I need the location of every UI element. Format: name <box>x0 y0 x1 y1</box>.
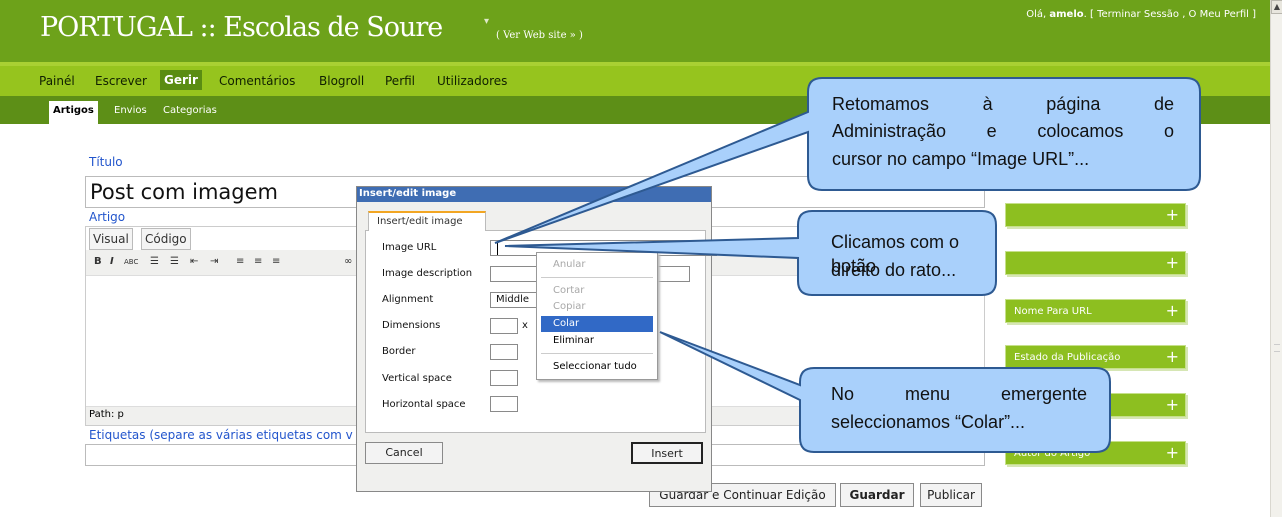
link-icon[interactable]: ∞ <box>344 256 352 267</box>
expand-icon[interactable]: + <box>1166 395 1179 414</box>
insert-button[interactable]: Insert <box>631 442 703 464</box>
view-site-link[interactable]: ( Ver Web site » ) <box>496 30 583 41</box>
chevron-down-icon[interactable]: ▾ <box>484 16 489 27</box>
numbered-list-icon[interactable]: ☰ <box>170 256 179 267</box>
user-area: Olá, amelo. [ Terminar Sessão , O Meu Pe… <box>1026 9 1256 20</box>
subnav-item-envios[interactable]: Envios <box>114 105 147 116</box>
scroll-grip-icon[interactable] <box>1274 344 1280 352</box>
save-button[interactable]: Guardar <box>840 483 914 507</box>
callout-2-line-2: direito do rato... <box>831 260 957 280</box>
sidebar-box-label: Nome Para URL <box>1014 306 1092 317</box>
sidebar-box-url-name[interactable]: Nome Para URL + <box>1005 299 1186 323</box>
callout-1-line-3: cursor no campo “Image URL”... <box>832 149 1090 169</box>
sidebar-box-label: Autor do Artigo <box>1014 448 1091 459</box>
nav-item-blogroll[interactable]: Blogroll <box>319 74 364 88</box>
menu-item-delete[interactable]: Eliminar <box>541 333 653 349</box>
dimensions-separator: x <box>522 320 528 331</box>
dialog-tab[interactable]: Insert/edit image <box>368 211 486 231</box>
vertical-space-input[interactable] <box>490 370 518 386</box>
menu-separator <box>541 277 653 278</box>
dimensions-label: Dimensions <box>382 320 441 331</box>
menu-item-select-all[interactable]: Seleccionar tudo <box>541 359 653 375</box>
align-center-icon[interactable]: ≡ <box>254 256 262 267</box>
nav-item-comentarios[interactable]: Comentários <box>219 74 295 88</box>
title-label: Título <box>89 155 123 169</box>
image-url-label: Image URL <box>382 242 437 253</box>
site-title[interactable]: PORTUGAL :: Escolas de Soure <box>40 12 443 43</box>
vertical-space-label: Vertical space <box>382 373 452 384</box>
strikethrough-icon[interactable]: ABC <box>124 258 138 266</box>
expand-icon[interactable]: + <box>1166 443 1179 462</box>
bullet-list-icon[interactable]: ☰ <box>150 256 159 267</box>
cancel-button[interactable]: Cancel <box>365 442 443 464</box>
menu-separator <box>541 353 653 354</box>
expand-icon[interactable]: + <box>1166 253 1179 272</box>
nav-item-utilizadores[interactable]: Utilizadores <box>437 74 507 88</box>
expand-icon[interactable]: + <box>1166 347 1179 366</box>
text-cursor <box>497 243 498 255</box>
context-menu: Anular Cortar Copiar Colar Eliminar Sele… <box>536 252 658 380</box>
callout-3-line-1: No menu emergente <box>831 384 1087 404</box>
dialog-titlebar[interactable]: Insert/edit image <box>357 187 711 202</box>
site-header: PORTUGAL :: Escolas de Soure ▾ ( Ver Web… <box>0 0 1270 62</box>
alignment-label: Alignment <box>382 294 434 305</box>
horizontal-space-label: Horizontal space <box>382 399 466 410</box>
nav-item-painel[interactable]: Painél <box>39 74 75 88</box>
tags-label: Etiquetas (separe as várias etiquetas co… <box>89 428 353 442</box>
outdent-icon[interactable]: ⇤ <box>190 256 198 267</box>
align-right-icon[interactable]: ≡ <box>272 256 280 267</box>
callout-3-line-2: seleccionamos “Colar”... <box>831 412 1026 432</box>
alignment-value: Middle <box>496 294 530 305</box>
main-nav: Painél Escrever Gerir Comentários Blogro… <box>0 62 1270 96</box>
subnav-item-artigos[interactable]: Artigos <box>49 101 98 124</box>
border-label: Border <box>382 346 416 357</box>
indent-icon[interactable]: ⇥ <box>210 256 218 267</box>
nav-item-gerir[interactable]: Gerir <box>160 70 202 90</box>
image-description-label: Image description <box>382 268 473 279</box>
expand-icon[interactable]: + <box>1166 301 1179 320</box>
menu-item-copy[interactable]: Copiar <box>541 299 653 315</box>
user-links[interactable]: . [ Terminar Sessão , O Meu Perfil ] <box>1084 9 1256 20</box>
horizontal-space-input[interactable] <box>490 396 518 412</box>
expand-icon[interactable]: + <box>1166 205 1179 224</box>
tab-code[interactable]: Código <box>141 228 191 250</box>
sidebar-box-label: Estado da Publicação <box>1014 352 1121 363</box>
body-label: Artigo <box>89 210 126 224</box>
sidebar-box-publish-status[interactable]: Estado da Publicação + <box>1005 345 1186 369</box>
callout-1-line-1: Retomamos à página de <box>832 94 1174 114</box>
border-input[interactable] <box>490 344 518 360</box>
menu-item-paste[interactable]: Colar <box>541 316 653 332</box>
scroll-up-icon[interactable]: ▲ <box>1271 0 1282 14</box>
align-left-icon[interactable]: ≡ <box>236 256 244 267</box>
vertical-scrollbar[interactable]: ▲ <box>1270 0 1282 517</box>
sidebar-box-2[interactable]: + <box>1005 251 1186 275</box>
subnav-item-categorias[interactable]: Categorias <box>163 105 217 116</box>
width-input[interactable] <box>490 318 518 334</box>
greeting-text: Olá, <box>1026 9 1047 20</box>
editor-path: Path: p <box>89 409 124 420</box>
menu-item-cut[interactable]: Cortar <box>541 283 653 299</box>
bold-icon[interactable]: B <box>94 256 102 267</box>
dialog-title: Insert/edit image <box>359 188 457 199</box>
callout-1-line-2: Administração e colocamos o <box>832 121 1174 141</box>
insert-image-dialog: Insert/edit image Insert/edit image Imag… <box>356 186 717 492</box>
menu-item-undo[interactable]: Anular <box>541 257 653 273</box>
sidebar-box-1[interactable]: + <box>1005 203 1186 227</box>
tab-visual[interactable]: Visual <box>89 228 133 250</box>
nav-item-escrever[interactable]: Escrever <box>95 74 147 88</box>
nav-item-perfil[interactable]: Perfil <box>385 74 415 88</box>
username: amelo <box>1049 9 1084 20</box>
sidebar-box-author[interactable]: Autor do Artigo + <box>1005 441 1186 465</box>
publish-button[interactable]: Publicar <box>920 483 982 507</box>
italic-icon[interactable]: I <box>110 256 114 267</box>
